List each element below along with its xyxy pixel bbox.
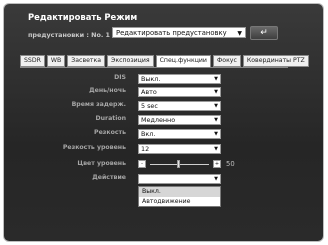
dis-label: DIS — [114, 74, 126, 81]
tab-wb[interactable]: WB — [46, 55, 66, 67]
tab-bar: SSDR WB Засветка Экспозиция Спец.функции… — [20, 55, 309, 68]
day-night-label: День/ночь — [89, 87, 126, 94]
color-level-increase-button[interactable]: + — [213, 160, 221, 168]
color-level-value: 50 — [226, 160, 235, 168]
tab-ptz-coordinates[interactable]: Ковердинаты PTZ — [242, 55, 309, 67]
action-option-off[interactable]: Выкл. — [139, 187, 220, 197]
dis-value: Выкл. — [141, 75, 161, 83]
duration-select[interactable]: Медленно ▼ — [138, 115, 221, 125]
back-button[interactable]: ↵ — [250, 26, 278, 40]
tab-focus[interactable]: Фокус — [212, 55, 241, 67]
day-night-select[interactable]: Авто ▼ — [138, 87, 221, 97]
chevron-down-icon: ▼ — [214, 176, 218, 182]
color-level-slider-thumb[interactable] — [177, 160, 180, 168]
delay-label: Время задерж. — [71, 101, 126, 108]
chevron-down-icon: ▼ — [214, 117, 218, 123]
sharpness-level-label: Резкость уровень — [62, 144, 126, 151]
dis-select[interactable]: Выкл. ▼ — [138, 74, 221, 84]
chevron-down-icon: ▼ — [214, 131, 218, 137]
duration-value: Медленно — [141, 116, 176, 124]
sharpness-select[interactable]: Вкл. ▼ — [138, 129, 221, 139]
sharpness-value: Вкл. — [141, 130, 156, 138]
tab-backlight[interactable]: Засветка — [67, 55, 106, 67]
action-dropdown-list: Выкл. Автодвижение — [138, 186, 221, 207]
duration-label: Duration — [95, 115, 126, 122]
color-level-decrease-button[interactable]: - — [138, 160, 146, 168]
page-title: Редактировать Режим — [28, 12, 138, 22]
action-select[interactable]: ▼ — [138, 174, 221, 184]
preset-select[interactable]: Редактировать предустановку ▼ — [112, 27, 246, 38]
delay-value: 5 sec — [141, 102, 158, 110]
chevron-down-icon: ▼ — [237, 30, 242, 37]
chevron-down-icon: ▼ — [214, 89, 218, 95]
tab-divider — [20, 67, 288, 68]
preset-label: предустановки : No. 1 — [28, 31, 110, 39]
sharpness-level-select[interactable]: 12 ▼ — [138, 144, 221, 154]
chevron-down-icon: ▼ — [214, 103, 218, 109]
back-arrow-icon: ↵ — [260, 28, 268, 38]
preset-select-value: Редактировать предустановку — [116, 29, 227, 37]
chevron-down-icon: ▼ — [214, 76, 218, 82]
action-option-automove[interactable]: Автодвижение — [139, 197, 220, 207]
delay-select[interactable]: 5 sec ▼ — [138, 101, 221, 111]
edit-mode-panel: Редактировать Режим предустановки : No. … — [4, 4, 323, 241]
day-night-value: Авто — [141, 88, 157, 96]
chevron-down-icon: ▼ — [214, 146, 218, 152]
action-label: Действие — [92, 174, 126, 181]
sharpness-level-value: 12 — [141, 145, 150, 153]
color-level-label: Цвет уровень — [77, 160, 126, 167]
tab-ssdr[interactable]: SSDR — [20, 55, 45, 67]
tab-exposure[interactable]: Экспозиция — [107, 55, 154, 67]
sharpness-label: Резкость — [94, 129, 126, 136]
